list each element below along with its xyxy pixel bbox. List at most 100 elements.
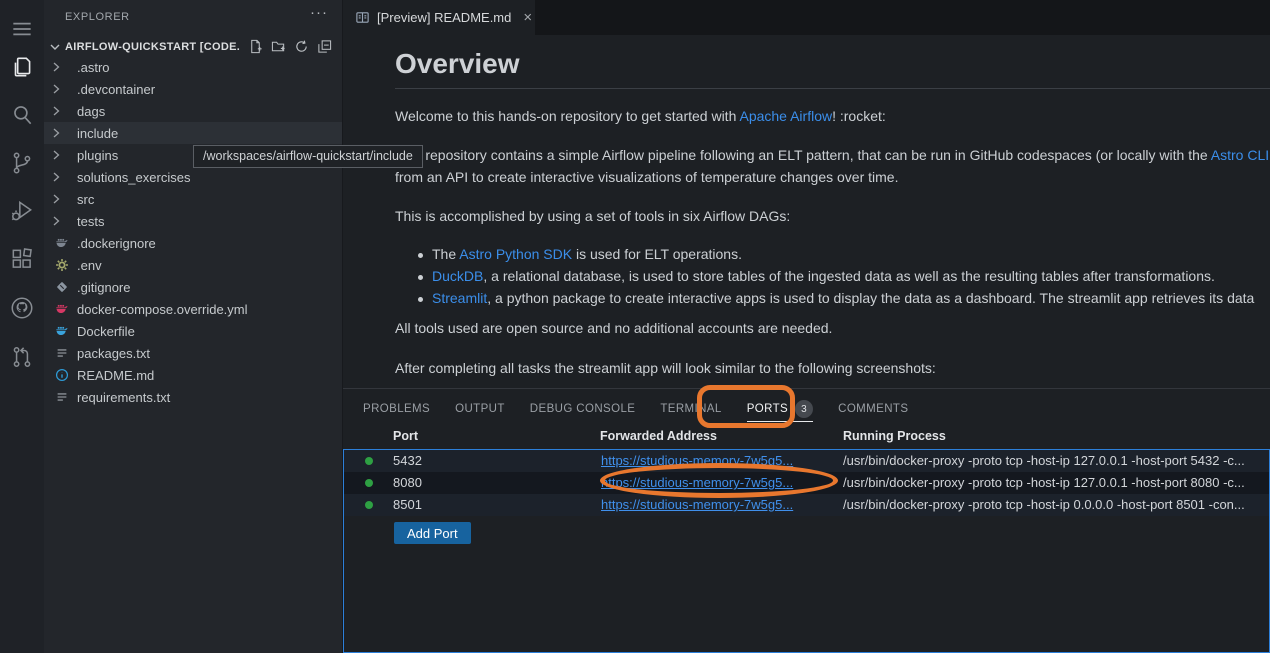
tree-item-label: requirements.txt xyxy=(77,390,170,405)
collapse-folders-icon[interactable] xyxy=(317,39,332,54)
tree-item-label: docker-compose.override.yml xyxy=(77,302,248,317)
new-folder-icon[interactable] xyxy=(271,39,286,54)
workspace-root[interactable]: AIRFLOW-QUICKSTART [CODE... xyxy=(44,36,342,58)
docker-whale-icon xyxy=(55,302,69,316)
docker-whale-icon xyxy=(55,236,69,250)
md-paragraph-p2l2: from an API to create interactive visual… xyxy=(395,169,898,185)
tree-item-src[interactable]: src xyxy=(44,188,342,210)
tree-item-tests[interactable]: tests xyxy=(44,210,342,232)
menu-icon[interactable] xyxy=(0,9,44,49)
chevron-right-icon xyxy=(50,171,62,183)
tree-item-label: .env xyxy=(77,258,102,273)
tree-item-dockerfile[interactable]: Dockerfile xyxy=(44,320,342,342)
editor-tab-bar: [Preview] README.md × xyxy=(343,0,1270,35)
tab-label: [Preview] README.md xyxy=(377,10,511,25)
add-port-button[interactable]: Add Port xyxy=(394,522,471,544)
tree-item-solutions-exercises[interactable]: solutions_exercises xyxy=(44,166,342,188)
md-paragraph-b2: DuckDB, a relational database, is used t… xyxy=(432,268,1215,284)
tree-item-label: .astro xyxy=(77,60,110,75)
more-actions-icon[interactable]: ··· xyxy=(310,4,328,21)
port-row-8501[interactable]: 8501 https://studious-memory-7w5g5... /usr… xyxy=(344,494,1269,516)
close-icon[interactable]: × xyxy=(523,9,532,26)
panel-tab-ports[interactable]: PORTS3 xyxy=(747,389,813,429)
markdown-preview-icon xyxy=(355,10,370,25)
tree-item-label: .gitignore xyxy=(77,280,130,295)
tree-item--env[interactable]: .env xyxy=(44,254,342,276)
port-status-icon xyxy=(365,479,373,487)
col-running-process: Running Process xyxy=(843,429,946,443)
vscode-window: EXPLORER ··· AIRFLOW-QUICKSTART [CODE...… xyxy=(0,0,1270,653)
github-icon[interactable] xyxy=(0,288,44,328)
ports-count-badge: 3 xyxy=(795,400,813,418)
panel-tab-output[interactable]: OUTPUT xyxy=(455,389,505,429)
tree-item-packages-txt[interactable]: packages.txt xyxy=(44,342,342,364)
run-debug-icon[interactable] xyxy=(0,191,44,231)
panel-tab-comments[interactable]: COMMENTS xyxy=(838,389,908,429)
file-tree: .astro.devcontainerdagsincludepluginssol… xyxy=(44,56,342,408)
tree-item-label: packages.txt xyxy=(77,346,150,361)
new-file-icon[interactable] xyxy=(248,39,263,54)
chevron-down-icon xyxy=(49,41,61,53)
workspace-title: AIRFLOW-QUICKSTART [CODE... xyxy=(65,41,240,53)
forwarded-address-link[interactable]: https://studious-memory-7w5g5... xyxy=(601,475,793,490)
search-icon[interactable] xyxy=(0,95,44,135)
md-link[interactable]: DuckDB xyxy=(432,268,483,284)
md-link[interactable]: Streamlit xyxy=(432,290,487,306)
activity-bar xyxy=(0,0,44,653)
path-tooltip: /workspaces/airflow-quickstart/include xyxy=(193,145,423,168)
tree-item--gitignore[interactable]: .gitignore xyxy=(44,276,342,298)
pull-request-icon[interactable] xyxy=(0,337,44,377)
tree-item-requirements-txt[interactable]: requirements.txt xyxy=(44,386,342,408)
running-process: /usr/bin/docker-proxy -proto tcp -host-i… xyxy=(843,453,1267,468)
markdown-preview: Overview Welcome to this hands-on reposi… xyxy=(343,35,1270,388)
extensions-icon[interactable] xyxy=(0,239,44,279)
ports-table-header: Port Forwarded Address Running Process xyxy=(343,429,1270,449)
git-diamond-icon xyxy=(55,280,69,294)
port-number: 8080 xyxy=(393,475,422,490)
chevron-right-icon xyxy=(50,61,62,73)
col-forwarded-address: Forwarded Address xyxy=(600,429,717,443)
md-paragraph-p3: This is accomplished by using a set of t… xyxy=(395,208,790,224)
tree-item--devcontainer[interactable]: .devcontainer xyxy=(44,78,342,100)
md-link[interactable]: Apache Airflow xyxy=(739,108,832,124)
running-process: /usr/bin/docker-proxy -proto tcp -host-i… xyxy=(843,497,1267,512)
tree-item-label: solutions_exercises xyxy=(77,170,190,185)
tree-item-readme-md[interactable]: README.md xyxy=(44,364,342,386)
port-row-8080[interactable]: 8080 https://studious-memory-7w5g5... /usr… xyxy=(344,472,1269,494)
port-number: 5432 xyxy=(393,453,422,468)
tree-item-include[interactable]: include xyxy=(44,122,342,144)
md-paragraph-b1: The Astro Python SDK is used for ELT ope… xyxy=(432,246,742,262)
port-status-icon xyxy=(365,457,373,465)
md-paragraph-b3: Streamlit, a python package to create in… xyxy=(432,290,1254,306)
refresh-icon[interactable] xyxy=(294,39,309,54)
page-title: Overview xyxy=(395,48,520,80)
chevron-right-icon xyxy=(50,83,62,95)
text-file-icon xyxy=(55,346,69,360)
md-link[interactable]: Astro Python SDK xyxy=(459,246,572,262)
col-port: Port xyxy=(393,429,418,443)
tree-item-docker-compose-override-yml[interactable]: docker-compose.override.yml xyxy=(44,298,342,320)
running-process: /usr/bin/docker-proxy -proto tcp -host-i… xyxy=(843,475,1267,490)
port-number: 8501 xyxy=(393,497,422,512)
source-control-icon[interactable] xyxy=(0,143,44,183)
panel-tab-terminal[interactable]: TERMINAL xyxy=(660,389,721,429)
text-file-icon xyxy=(55,390,69,404)
explorer-files-icon[interactable] xyxy=(0,47,44,87)
tab-preview-readme[interactable]: [Preview] README.md × xyxy=(343,0,535,35)
forwarded-address-link[interactable]: https://studious-memory-7w5g5... xyxy=(601,497,793,512)
panel-tab-debug-console[interactable]: DEBUG CONSOLE xyxy=(530,389,636,429)
port-row-5432[interactable]: 5432 https://studious-memory-7w5g5... /usr… xyxy=(344,450,1269,472)
tree-item--astro[interactable]: .astro xyxy=(44,56,342,78)
chevron-right-icon xyxy=(50,215,62,227)
tree-item--dockerignore[interactable]: .dockerignore xyxy=(44,232,342,254)
forwarded-address-link[interactable]: https://studious-memory-7w5g5... xyxy=(601,453,793,468)
md-link[interactable]: Astro CLI xyxy=(1211,147,1269,163)
tree-item-label: include xyxy=(77,126,118,141)
tree-item-label: .dockerignore xyxy=(77,236,156,251)
heading-rule xyxy=(395,88,1270,89)
chevron-right-icon xyxy=(50,149,62,161)
md-paragraph-p4: All tools used are open source and no ad… xyxy=(395,320,832,336)
tree-item-dags[interactable]: dags xyxy=(44,100,342,122)
panel-tab-problems[interactable]: PROBLEMS xyxy=(363,389,430,429)
explorer-header: EXPLORER ··· xyxy=(44,0,342,34)
